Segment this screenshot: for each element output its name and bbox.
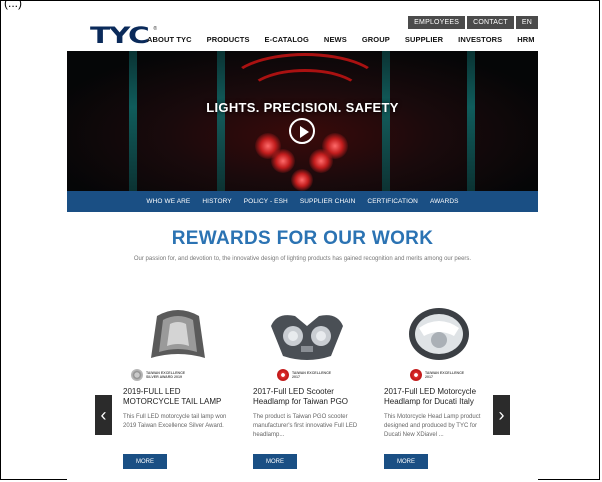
main-nav: ABOUT TYC PRODUCTS E-CATALOG NEWS GROUP … (147, 35, 535, 44)
hero-light-pillar (129, 51, 137, 191)
subnav-history[interactable]: HISTORY (202, 198, 231, 205)
nav-hrm[interactable]: HRM (517, 35, 534, 44)
award-seal-icon (131, 369, 143, 381)
award-card: TAIWAN EXCELLENCE 2017 2017-Full LED Scoo… (253, 306, 363, 469)
award-card: TAIWAN EXCELLENCE SILVER AWARD 2019 2019-… (123, 306, 233, 469)
award-text: TAIWAN EXCELLENCE 2017 (425, 371, 465, 379)
nav-ecatalog[interactable]: E-CATALOG (265, 35, 309, 44)
registered-mark: ® (153, 26, 157, 32)
award-seal-icon (277, 369, 289, 381)
subnav-who-we-are[interactable]: WHO WE ARE (146, 198, 190, 205)
hero-light-pillar (467, 51, 475, 191)
hero-banner: LIGHTS. PRECISION. SAFETY (67, 51, 538, 191)
nav-investors[interactable]: INVESTORS (458, 35, 502, 44)
subnav-awards[interactable]: AWARDS (430, 198, 459, 205)
card-title[interactable]: 2019-FULL LED MOTORCYCLE TAIL LAMP (123, 387, 233, 407)
tyc-website: EMPLOYEES CONTACT EN TYC ® ABOUT TYC PRO… (67, 14, 538, 482)
more-button[interactable]: MORE (123, 454, 167, 469)
more-button[interactable]: MORE (384, 454, 428, 469)
chevron-left-icon[interactable]: ‹ (95, 395, 112, 435)
card-description: This Full LED motorcycle tail lamp won 2… (123, 414, 227, 429)
nav-products[interactable]: PRODUCTS (207, 35, 250, 44)
award-text: TAIWAN EXCELLENCE SILVER AWARD 2019 (146, 371, 186, 379)
card-description: The product is Taiwan PGO scooter manufa… (253, 414, 358, 438)
section-subtitle: Our passion for, and devotion to, the in… (133, 256, 472, 262)
nav-supplier[interactable]: SUPPLIER (405, 35, 443, 44)
hero-title: LIGHTS. PRECISION. SAFETY (206, 100, 399, 115)
about-subnav: WHO WE ARE HISTORY POLICY - ESH SUPPLIER… (67, 191, 538, 212)
chevron-right-icon[interactable]: › (493, 395, 510, 435)
nav-news[interactable]: NEWS (324, 35, 347, 44)
card-description: This Motorcycle Head Lamp product design… (384, 414, 481, 438)
more-button[interactable]: MORE (253, 454, 297, 469)
product-image (384, 306, 494, 364)
section-title: REWARDS FOR OUR WORK (171, 228, 434, 249)
utility-links: EMPLOYEES CONTACT EN (408, 16, 538, 29)
hero-glow (271, 149, 295, 173)
subnav-certification[interactable]: CERTIFICATION (367, 198, 418, 205)
award-badge: TAIWAN EXCELLENCE 2017 (410, 367, 494, 383)
language-link[interactable]: EN (515, 16, 538, 29)
hero-light-pillar (217, 51, 225, 191)
logo-text: TYC (90, 24, 150, 49)
card-title[interactable]: 2017-Full LED Motorcycle Headlamp for Du… (384, 387, 494, 407)
hero-glow (309, 149, 333, 173)
corner-label: (...) (4, 0, 22, 10)
subnav-supplier-chain[interactable]: SUPPLIER CHAIN (300, 198, 356, 205)
hero-glow (291, 169, 313, 191)
product-image (123, 306, 233, 364)
award-card: TAIWAN EXCELLENCE 2017 2017-Full LED Moto… (384, 306, 494, 469)
hero-light-pillar (382, 51, 390, 191)
award-seal-icon (410, 369, 422, 381)
award-badge: TAIWAN EXCELLENCE 2017 (277, 367, 363, 383)
nav-group[interactable]: GROUP (362, 35, 390, 44)
play-icon[interactable] (289, 118, 315, 144)
contact-link[interactable]: CONTACT (467, 16, 514, 29)
award-text: TAIWAN EXCELLENCE 2017 (292, 371, 332, 379)
award-badge: TAIWAN EXCELLENCE SILVER AWARD 2019 (131, 367, 233, 383)
employees-link[interactable]: EMPLOYEES (408, 16, 466, 29)
nav-about[interactable]: ABOUT TYC (147, 35, 192, 44)
card-title[interactable]: 2017-Full LED Scooter Headlamp for Taiwa… (253, 387, 363, 407)
subnav-policy-esh[interactable]: POLICY - ESH (244, 198, 288, 205)
product-image (253, 306, 363, 364)
